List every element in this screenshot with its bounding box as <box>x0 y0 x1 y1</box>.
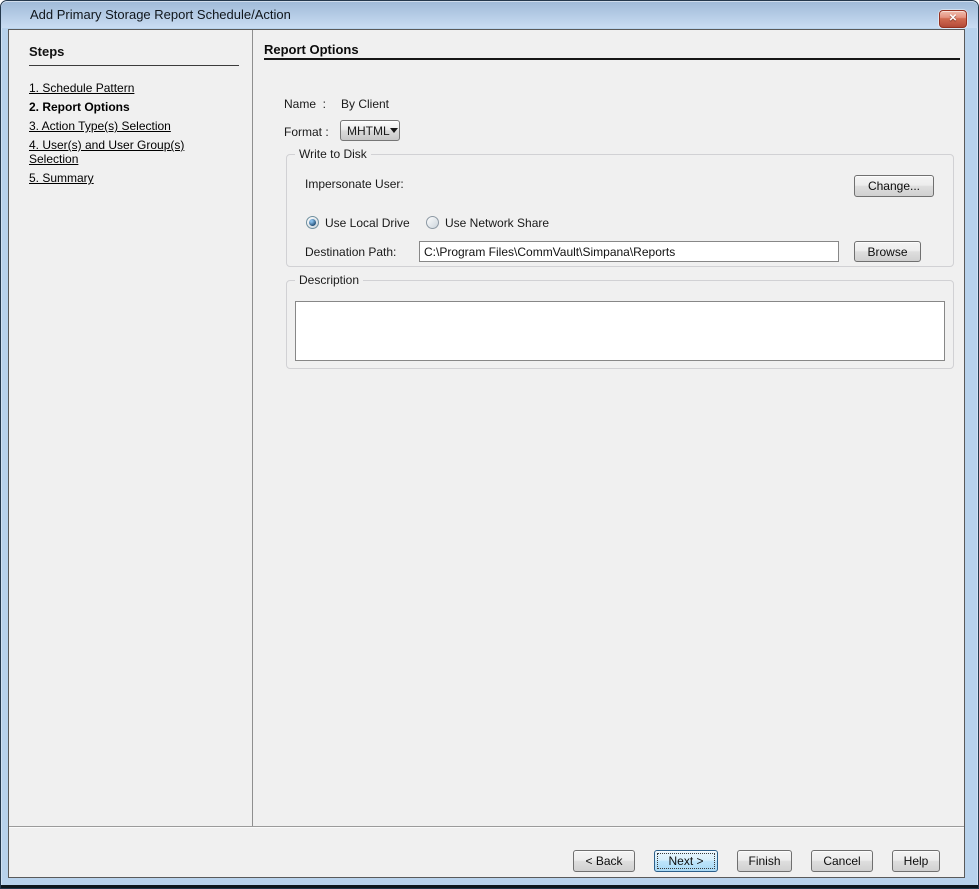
footer-button-bar: < Back Next > Finish Cancel Help <box>9 826 964 877</box>
sidebar-item-summary[interactable]: 5. Summary <box>29 171 231 185</box>
cancel-button[interactable]: Cancel <box>811 850 873 872</box>
name-label: Name : <box>284 97 326 111</box>
help-button[interactable]: Help <box>892 850 940 872</box>
write-to-disk-label: Write to Disk <box>295 147 371 161</box>
steps-sidebar: Steps 1. Schedule Pattern 2. Report Opti… <box>9 30 253 826</box>
use-network-share-label[interactable]: Use Network Share <box>445 216 549 230</box>
format-dropdown[interactable]: MHTML <box>340 120 400 141</box>
format-dropdown-value: MHTML <box>347 124 390 138</box>
description-textarea[interactable] <box>295 301 945 361</box>
sidebar-item-schedule-pattern[interactable]: 1. Schedule Pattern <box>29 81 231 95</box>
sidebar-item-users-groups-selection[interactable]: 4. User(s) and User Group(s) Selection <box>29 138 231 166</box>
description-group: Description <box>286 280 954 369</box>
close-button[interactable]: ✕ <box>939 10 967 28</box>
description-label: Description <box>295 273 363 287</box>
sidebar-item-report-options: 2. Report Options <box>29 100 231 114</box>
sidebar-item-action-type-selection[interactable]: 3. Action Type(s) Selection <box>29 119 231 133</box>
format-label: Format : <box>284 125 329 139</box>
finish-button[interactable]: Finish <box>737 850 792 872</box>
impersonate-user-label: Impersonate User: <box>305 177 404 191</box>
titlebar[interactable]: Add Primary Storage Report Schedule/Acti… <box>1 1 978 28</box>
report-options-panel: Report Options Name : By Client Format :… <box>255 30 964 826</box>
heading-rule <box>264 58 960 60</box>
write-to-disk-group: Write to Disk Impersonate User: Change..… <box>286 154 954 267</box>
steps-list: 1. Schedule Pattern 2. Report Options 3.… <box>29 81 231 185</box>
change-button[interactable]: Change... <box>854 175 934 197</box>
browse-button[interactable]: Browse <box>854 241 921 262</box>
use-local-drive-label[interactable]: Use Local Drive <box>325 216 410 230</box>
destination-path-input[interactable] <box>419 241 839 262</box>
window-title: Add Primary Storage Report Schedule/Acti… <box>30 1 291 28</box>
back-button[interactable]: < Back <box>573 850 635 872</box>
steps-heading: Steps <box>29 44 239 66</box>
page-title: Report Options <box>264 42 359 57</box>
chevron-down-icon <box>390 128 398 133</box>
dialog-window: Add Primary Storage Report Schedule/Acti… <box>0 0 979 889</box>
next-button[interactable]: Next > <box>654 850 718 872</box>
name-value: By Client <box>341 97 389 111</box>
destination-path-label: Destination Path: <box>305 245 396 259</box>
dialog-body: Steps 1. Schedule Pattern 2. Report Opti… <box>8 29 965 878</box>
close-icon: ✕ <box>949 14 957 24</box>
use-local-drive-radio[interactable] <box>306 216 319 229</box>
use-network-share-radio[interactable] <box>426 216 439 229</box>
